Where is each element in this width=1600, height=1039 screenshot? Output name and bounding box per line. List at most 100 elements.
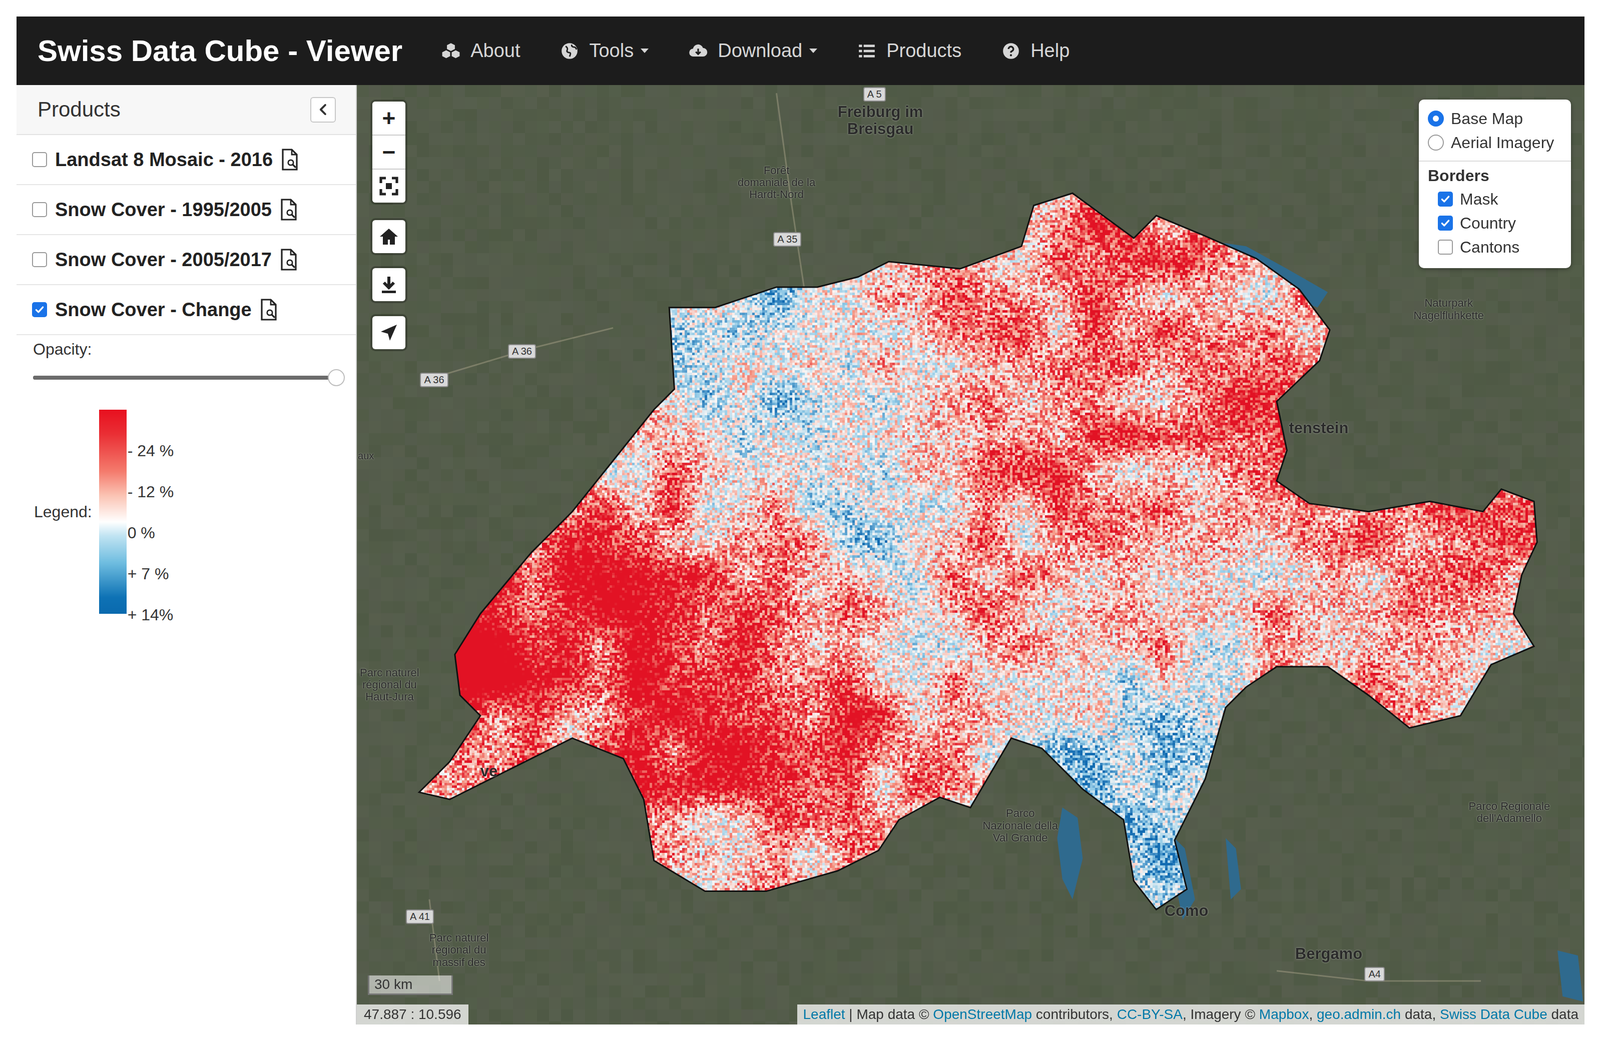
download-icon xyxy=(378,274,399,295)
label-line: Freiburg im xyxy=(837,103,924,121)
border-option[interactable]: Mask xyxy=(1427,187,1562,212)
area-label: ParcoNazionale dellaVal Grande xyxy=(982,807,1058,845)
opacity-slider[interactable] xyxy=(33,375,343,380)
check-icon xyxy=(34,304,46,316)
base-layer-option[interactable]: Base Map xyxy=(1427,106,1562,131)
area-label: NaturparkNagelfluhkette xyxy=(1413,297,1484,322)
locate-control xyxy=(370,314,408,352)
label-line: Val Grande xyxy=(982,832,1058,845)
label-line: Breisgau xyxy=(837,120,924,138)
nav-item-label[interactable]: About xyxy=(470,40,520,62)
city-label: tenstein xyxy=(1289,419,1349,437)
border-option[interactable]: Cantons xyxy=(1427,235,1562,260)
label-line: ve xyxy=(480,763,498,781)
product-item[interactable]: Snow Cover - Change xyxy=(16,285,356,336)
label-line: domaniale de la xyxy=(737,176,816,189)
base-layer-label[interactable]: Base Map xyxy=(1450,109,1523,129)
home-control xyxy=(370,218,408,256)
product-item[interactable]: Snow Cover - 2005/2017 xyxy=(16,235,356,286)
product-label[interactable]: Snow Cover - Change xyxy=(55,299,252,321)
legend-tick: - 12 % xyxy=(127,471,174,513)
attribution-link[interactable]: Leaflet xyxy=(803,1006,846,1023)
border-checkbox[interactable] xyxy=(1437,239,1453,255)
label-line: Parco Regionale xyxy=(1468,800,1551,813)
area-label: aux xyxy=(357,450,374,462)
snow-cover-raster[interactable] xyxy=(356,85,1585,1025)
border-checkbox[interactable] xyxy=(1437,215,1453,231)
base-layer-radio[interactable] xyxy=(1427,134,1444,151)
label-line: Parc naturel xyxy=(429,932,489,945)
legend-tick: - 24 % xyxy=(127,430,174,472)
city-label: Bergamo xyxy=(1295,945,1363,963)
product-label[interactable]: Snow Cover - 1995/2005 xyxy=(55,199,272,221)
area-label: Parc naturelrégional duHaut-Jura xyxy=(359,667,420,704)
caret-icon[interactable] xyxy=(640,48,649,54)
legend-label: Legend: xyxy=(34,502,93,522)
attribution-text: data, xyxy=(1400,1006,1440,1023)
attribution-text: data xyxy=(1547,1006,1579,1023)
nav-item[interactable]: Download xyxy=(688,40,818,62)
product-checkbox[interactable] xyxy=(32,152,48,168)
border-label[interactable]: Mask xyxy=(1459,190,1498,209)
attribution-link[interactable]: CC-BY-SA xyxy=(1117,1006,1183,1023)
legend: Legend:- 24 %- 12 %0 %+ 7 %+ 14% xyxy=(16,379,356,615)
attribution-link[interactable]: geo.admin.ch xyxy=(1316,1006,1401,1023)
map[interactable]: Freiburg imBreisgauForêtdomaniale de laH… xyxy=(356,85,1585,1025)
brand[interactable]: Swiss Data Cube - Viewer xyxy=(37,33,403,69)
base-layer-option[interactable]: Aerial Imagery xyxy=(1427,130,1562,155)
nav-item[interactable]: About xyxy=(441,40,520,62)
attribution-link[interactable]: Swiss Data Cube xyxy=(1439,1006,1548,1023)
zoom-in-button[interactable]: + xyxy=(372,101,406,135)
nav-item[interactable]: Tools xyxy=(560,40,649,62)
main: ProductsLandsat 8 Mosaic - 2016Snow Cove… xyxy=(16,85,1585,1025)
document-icon xyxy=(279,198,298,221)
question-icon xyxy=(1001,41,1021,61)
nav-item[interactable]: Products xyxy=(857,40,962,62)
label-line: Como xyxy=(1164,902,1209,920)
nav-item-label[interactable]: Download xyxy=(717,40,803,62)
product-checkbox[interactable] xyxy=(32,202,48,218)
border-label[interactable]: Cantons xyxy=(1459,238,1520,257)
caret-icon[interactable] xyxy=(809,48,818,54)
check-icon xyxy=(1439,193,1451,205)
border-label[interactable]: Country xyxy=(1459,214,1516,233)
label-line: dell'Adamello xyxy=(1468,812,1551,825)
home-button[interactable] xyxy=(372,220,406,254)
border-checkbox[interactable] xyxy=(1437,191,1453,207)
product-item[interactable]: Landsat 8 Mosaic - 2016 xyxy=(16,135,356,186)
opacity-thumb[interactable] xyxy=(327,369,345,387)
product-label[interactable]: Snow Cover - 2005/2017 xyxy=(55,249,272,271)
road-label: A 36 xyxy=(511,345,532,357)
attribution-link[interactable]: OpenStreetMap xyxy=(932,1006,1032,1023)
zoom-control: +− xyxy=(370,99,408,205)
product-label[interactable]: Landsat 8 Mosaic - 2016 xyxy=(55,149,273,171)
nav-item-label[interactable]: Help xyxy=(1030,40,1070,62)
opacity-control: Opacity: xyxy=(16,335,356,380)
road-shield: A 36 xyxy=(507,344,537,359)
base-layer-radio[interactable] xyxy=(1427,110,1444,127)
product-item[interactable]: Snow Cover - 1995/2005 xyxy=(16,185,356,236)
border-option[interactable]: Country xyxy=(1427,211,1562,236)
fullscreen-button[interactable] xyxy=(372,168,406,203)
collapse-button[interactable] xyxy=(310,97,336,123)
label-line: Nazionale della xyxy=(982,820,1058,833)
document-icon xyxy=(280,148,299,171)
nav-menu: About Tools Download Products Help xyxy=(441,40,1070,62)
opacity-fill xyxy=(33,375,337,380)
label-line: Hardt-Nord xyxy=(737,188,816,201)
document-icon xyxy=(259,298,278,321)
product-checkbox[interactable] xyxy=(32,252,48,268)
fullscreen-icon xyxy=(378,176,399,197)
attribution-link[interactable]: Mapbox xyxy=(1259,1006,1310,1023)
download-button[interactable] xyxy=(372,268,406,302)
cubes-icon xyxy=(441,41,461,61)
nav-item-label[interactable]: Products xyxy=(886,40,962,62)
locate-button[interactable] xyxy=(372,316,406,350)
base-layer-label[interactable]: Aerial Imagery xyxy=(1450,133,1554,153)
nav-item-label[interactable]: Tools xyxy=(589,40,634,62)
nav-item[interactable]: Help xyxy=(1001,40,1070,62)
zoom-out-button[interactable]: − xyxy=(372,134,406,169)
product-checkbox[interactable] xyxy=(32,302,48,318)
borders-title: Borders xyxy=(1427,166,1562,186)
mouse-coordinates: 47.887 : 10.596 xyxy=(356,1004,469,1025)
